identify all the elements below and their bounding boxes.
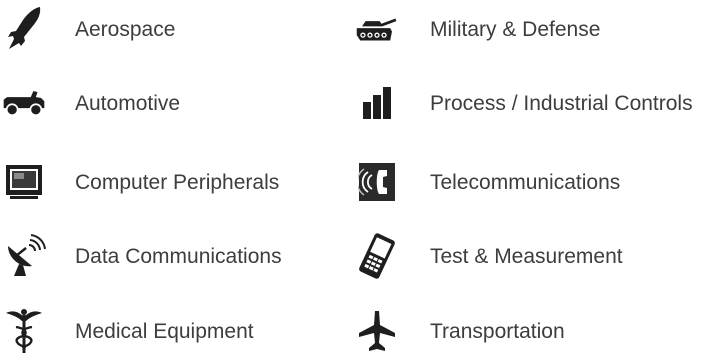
industry-label: Computer Peripherals: [75, 170, 280, 194]
tank-icon: [355, 7, 399, 51]
industry-label: Data Communications: [75, 244, 282, 268]
airplane-icon: [355, 309, 399, 353]
rocket-icon: [2, 7, 46, 51]
phone-icon: [355, 160, 399, 204]
industry-item-transportation: Transportation: [355, 306, 710, 356]
industry-item-process-industrial-controls: Process / Industrial Controls: [355, 78, 710, 128]
industry-label: Automotive: [75, 91, 181, 115]
industry-label: Telecommunications: [430, 170, 621, 194]
industry-label: Aerospace: [75, 17, 176, 41]
industry-label: Medical Equipment: [75, 319, 254, 343]
satellite-dish-icon: [2, 234, 46, 278]
industry-item-test-measurement: Test & Measurement: [355, 231, 710, 281]
industry-item-data-communications: Data Communications: [0, 231, 350, 281]
industry-label: Transportation: [430, 319, 565, 343]
industry-label: Test & Measurement: [430, 244, 623, 268]
industry-label: Military & Defense: [430, 17, 601, 41]
car-icon: [2, 81, 46, 125]
industry-label: Process / Industrial Controls: [430, 91, 693, 115]
industry-item-military-defense: Military & Defense: [355, 4, 710, 54]
handheld-meter-icon: [355, 233, 399, 279]
industry-item-aerospace: Aerospace: [0, 4, 350, 54]
industry-item-telecommunications: Telecommunications: [355, 157, 710, 207]
industry-column-left: Aerospace Automotive Computer Peripheral…: [0, 0, 350, 356]
monitor-icon: [2, 160, 46, 204]
industry-column-right: Military & Defense Process / Industrial …: [355, 0, 710, 356]
industry-item-automotive: Automotive: [0, 78, 350, 128]
industry-grid: Aerospace Automotive Computer Peripheral…: [0, 0, 710, 356]
caduceus-icon: [2, 309, 46, 353]
industry-item-computer-peripherals: Computer Peripherals: [0, 157, 350, 207]
industry-item-medical-equipment: Medical Equipment: [0, 306, 350, 356]
bar-chart-icon: [355, 81, 399, 125]
